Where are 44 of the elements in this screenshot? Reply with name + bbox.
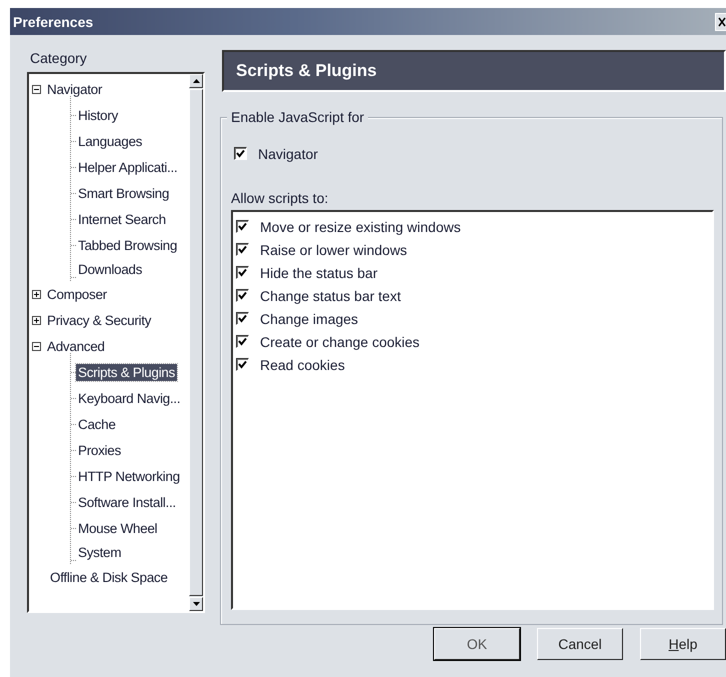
tree-item[interactable]: Advanced	[45, 338, 107, 354]
category-label: Category	[30, 50, 88, 68]
scroll-down-icon[interactable]	[189, 597, 203, 611]
checkbox-label: Change status bar text	[260, 288, 401, 304]
collapse-icon[interactable]	[32, 84, 41, 94]
checkbox[interactable]	[234, 147, 247, 160]
checkbox-label: Navigator	[258, 146, 318, 162]
dialog-button[interactable]: Cancel	[537, 628, 623, 660]
checkbox-label: Read cookies	[260, 356, 345, 372]
panel-header: Scripts & Plugins	[222, 50, 726, 92]
scroll-up-icon[interactable]	[189, 74, 203, 88]
expand-icon[interactable]	[32, 316, 41, 324]
checkbox-label: Raise or lower windows	[260, 242, 408, 258]
tree-item[interactable]: Languages	[76, 132, 144, 150]
section-label: Allow scripts to:	[231, 190, 330, 208]
expand-icon[interactable]	[32, 290, 41, 298]
tree-item[interactable]: History	[76, 106, 120, 124]
checkbox-label: Change images	[260, 310, 358, 326]
tree-item[interactable]: Software Install...	[76, 494, 178, 510]
tree-item[interactable]: Mouse Wheel	[76, 520, 160, 536]
tree-item[interactable]: Scripts & Plugins	[76, 364, 177, 380]
tree-item[interactable]: System	[76, 544, 124, 561]
checkbox-label: Move or resize existing windows	[260, 218, 461, 234]
tree-item[interactable]: Tabbed Browsing	[76, 236, 180, 254]
group-legend: Enable JavaScript for	[227, 109, 368, 125]
tree-item[interactable]: Proxies	[76, 442, 123, 458]
tree-item[interactable]: Composer	[45, 286, 109, 302]
tree-item[interactable]: Smart Browsing	[76, 184, 172, 202]
tree-item[interactable]: Navigator	[45, 80, 104, 98]
tree-item[interactable]: HTTP Networking	[76, 468, 182, 484]
dialog-button[interactable]: OK	[434, 628, 520, 660]
tree-item[interactable]: Downloads	[76, 261, 144, 278]
window-title: Preferences	[12, 14, 94, 30]
tree-item[interactable]: Cache	[76, 416, 118, 432]
tree-item[interactable]: Offline & Disk Space	[48, 568, 170, 586]
tree-item[interactable]: Helper Applicati...	[76, 158, 180, 176]
tree-item[interactable]: Keyboard Navig...	[76, 390, 182, 406]
dialog-button[interactable]: Help	[640, 628, 726, 660]
checkbox-label: Create or change cookies	[260, 334, 420, 350]
tree-item[interactable]: Internet Search	[76, 210, 168, 228]
tree-item[interactable]: Privacy & Security	[45, 312, 154, 328]
collapse-icon[interactable]	[32, 342, 41, 350]
close-icon[interactable]	[715, 12, 726, 30]
checkbox-label: Hide the status bar	[260, 264, 378, 280]
